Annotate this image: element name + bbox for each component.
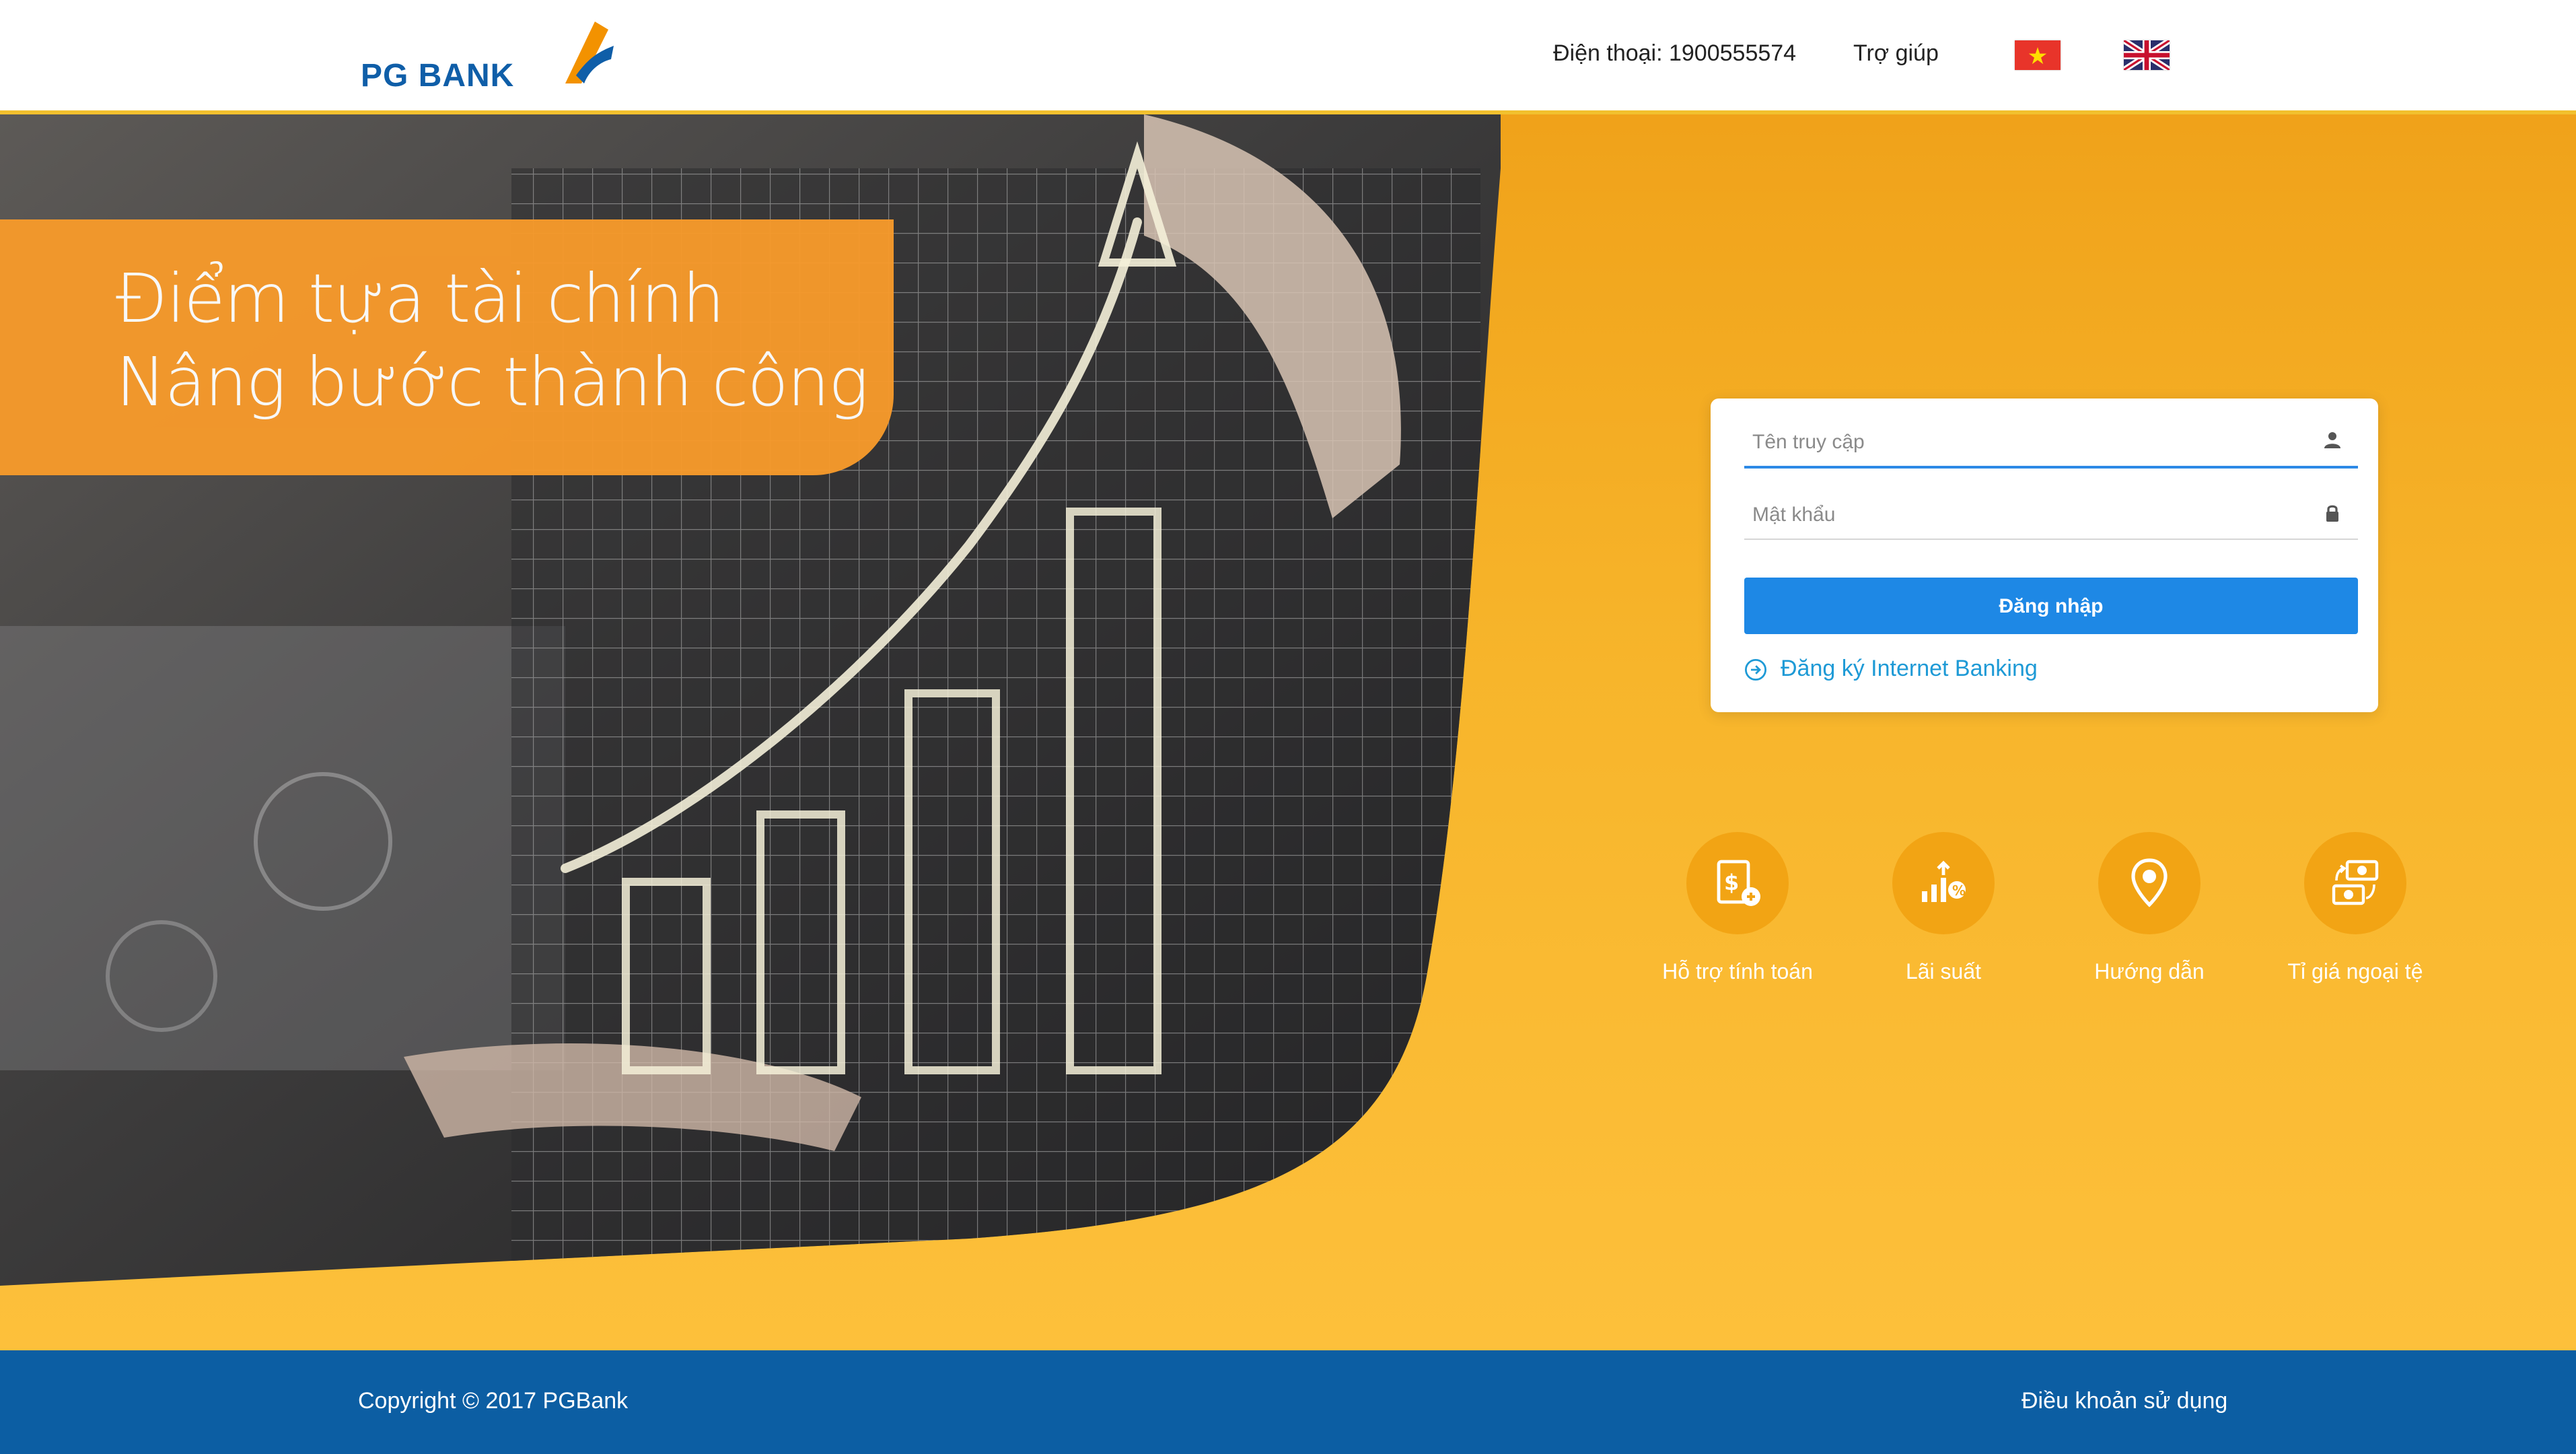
header: PG BANK Điện thoại: 1900555574 Trợ giúp: [0, 0, 2576, 114]
interest-rate-icon: %: [1922, 860, 1966, 902]
quick-link-label: Tỉ giá ngoại tệ: [2287, 961, 2423, 984]
quick-link-guide[interactable]: Hướng dẫn: [2042, 832, 2257, 1020]
user-icon: [2324, 432, 2340, 448]
pg-bank-logo[interactable]: PG BANK: [361, 16, 616, 94]
password-field: [1744, 485, 2358, 540]
hotline-text: Điện thoại: 1900555574: [1553, 40, 1797, 66]
logo-mark-icon: [565, 22, 614, 83]
register-label: Đăng ký Internet Banking: [1781, 656, 2038, 681]
svg-text:%: %: [1952, 882, 1966, 899]
location-pin-icon: [2131, 858, 2168, 907]
quick-link-circle: %: [1892, 832, 1995, 934]
hero-banner: Điểm tựa tài chính Nâng bước thành công: [0, 114, 2576, 1350]
username-field: [1744, 412, 2358, 469]
help-link[interactable]: Trợ giúp: [1853, 40, 1939, 67]
hero-tagline: Điểm tựa tài chính Nâng bước thành công: [116, 257, 869, 424]
quick-link-circle: $: [1686, 832, 1789, 934]
arrow-circle-right-icon: [1744, 658, 1767, 681]
username-input[interactable]: [1744, 420, 2320, 463]
quick-link-calculator[interactable]: $ Hỗ trợ tính toán: [1630, 832, 1845, 1020]
quick-link-label: Hỗ trợ tính toán: [1662, 961, 1813, 984]
svg-text:$: $: [1724, 870, 1739, 895]
quick-link-exchange-rate[interactable]: Tỉ giá ngoại tệ: [2248, 832, 2463, 1020]
logo-text: PG BANK: [361, 58, 515, 94]
login-button[interactable]: Đăng nhập: [1744, 578, 2358, 634]
quick-link-circle: [2098, 832, 2201, 934]
currency-exchange-icon: [2332, 860, 2379, 905]
quick-link-label: Lãi suất: [1905, 961, 1982, 984]
login-form: Đăng nhập Đăng ký Internet Banking: [1711, 399, 2378, 712]
quick-link-interest-rate[interactable]: % Lãi suất: [1836, 832, 2051, 1020]
lock-icon: [2326, 505, 2338, 522]
vietnam-flag-icon[interactable]: [2015, 40, 2061, 70]
copyright-text: Copyright © 2017 PGBank: [358, 1388, 629, 1414]
login-page: PG BANK Điện thoại: 1900555574 Trợ giúp: [0, 0, 2576, 1454]
quick-link-circle: [2304, 832, 2406, 934]
tagline-line-2: Nâng bước thành công: [116, 343, 869, 421]
uk-flag-icon[interactable]: [2124, 40, 2170, 70]
footer: Copyright © 2017 PGBank Điều khoản sử dụ…: [0, 1350, 2576, 1454]
quick-link-label: Hướng dẫn: [2094, 961, 2205, 984]
terms-of-use-link[interactable]: Điều khoản sử dụng: [2022, 1388, 2227, 1415]
tagline-panel: Điểm tựa tài chính Nâng bước thành công: [0, 219, 894, 475]
calculator-icon: $: [1717, 860, 1760, 906]
tagline-line-1: Điểm tựa tài chính: [116, 260, 725, 338]
password-input[interactable]: [1744, 493, 2320, 536]
